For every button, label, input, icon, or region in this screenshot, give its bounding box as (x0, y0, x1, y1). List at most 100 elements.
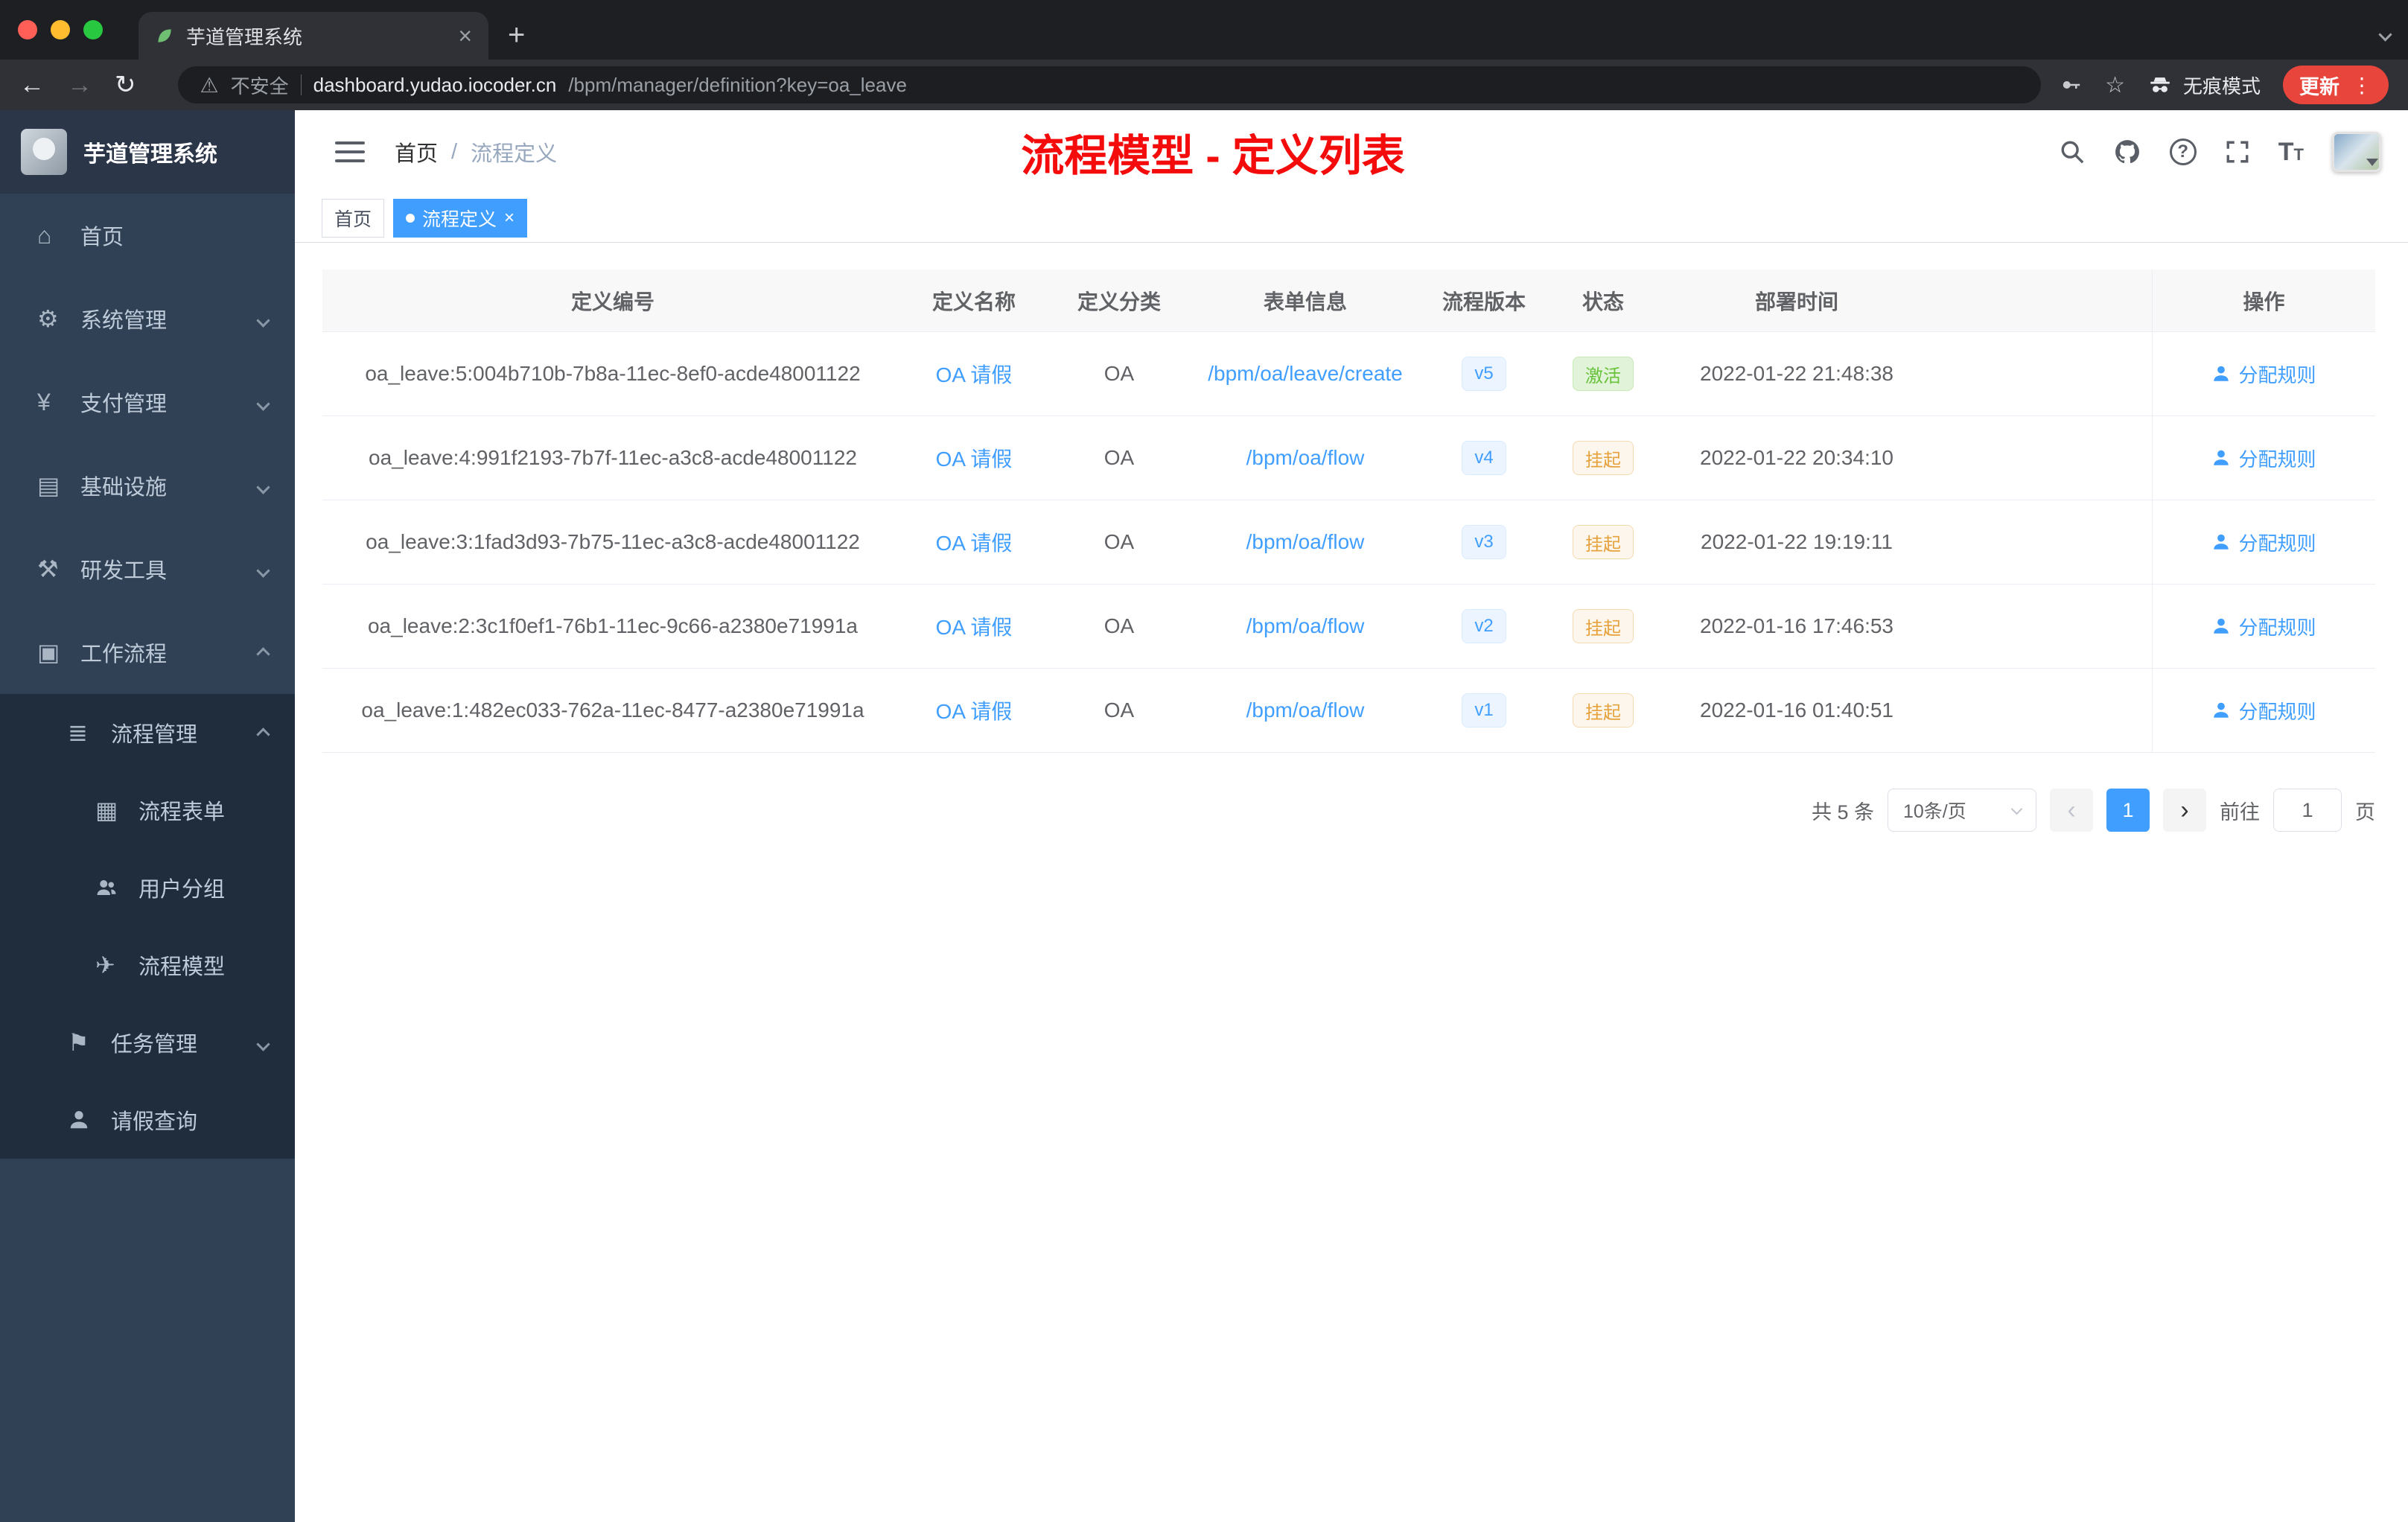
definition-id: oa_leave:2:3c1f0ef1-76b1-11ec-9c66-a2380… (367, 614, 858, 637)
form-link[interactable]: /bpm/oa/flow (1246, 698, 1365, 722)
definition-name-link[interactable]: OA 请假 (903, 332, 1045, 415)
sidebar-toggle-icon[interactable] (335, 141, 365, 162)
browser-menu-icon[interactable]: ⋮ (2351, 73, 2372, 98)
column-header: 定义编号 (570, 290, 654, 313)
url-separator (300, 74, 302, 95)
help-icon[interactable]: ? (2169, 138, 2197, 165)
column-spacer (1938, 416, 2152, 500)
chevron-down-icon (2010, 803, 2023, 815)
prev-page-button[interactable]: ‹ (2050, 789, 2093, 832)
sidebar-item-label: 用户分组 (138, 878, 226, 902)
definition-name-link[interactable]: OA 请假 (903, 585, 1045, 668)
fullscreen-icon[interactable] (2225, 139, 2250, 165)
minimize-window-button[interactable] (51, 20, 70, 39)
sidebar-item-devtools[interactable]: ⚒ 研发工具 (0, 527, 295, 611)
address-bar[interactable]: ⚠ 不安全 dashboard.yudao.iocoder.cn/bpm/man… (177, 66, 2042, 104)
version-badge: v2 (1462, 609, 1506, 643)
version-badge: v5 (1462, 357, 1506, 391)
sidebar-item-process-management[interactable]: ≣ 流程管理 (0, 694, 295, 771)
tools-icon: ⚒ (37, 555, 59, 582)
breadcrumb-home[interactable]: 首页 (395, 136, 438, 168)
sidebar-item-workflow[interactable]: ▣ 工作流程 (0, 611, 295, 694)
reload-button[interactable]: ↻ (115, 70, 136, 100)
status-badge: 激活 (1573, 357, 1634, 391)
chevron-down-icon (256, 1031, 270, 1055)
column-header: 定义名称 (931, 290, 1016, 313)
active-dot-icon (406, 213, 415, 223)
password-key-icon[interactable] (2060, 74, 2083, 96)
sidebar-item-infrastructure[interactable]: ▤ 基础设施 (0, 444, 295, 527)
avatar-caret-icon[interactable] (2366, 159, 2378, 166)
sidebar-item-process-model[interactable]: ✈ 流程模型 (0, 926, 295, 1004)
definition-category: OA (1103, 446, 1135, 469)
page-size-select[interactable]: 10条/页 (1888, 789, 2036, 832)
form-link[interactable]: /bpm/oa/flow (1246, 614, 1365, 638)
github-icon[interactable] (2113, 138, 2141, 166)
incognito-icon (2150, 77, 2170, 92)
action-label: 分配规则 (2238, 448, 2316, 471)
person-icon (68, 1109, 101, 1131)
new-tab-button[interactable]: + (508, 19, 525, 52)
chevron-up-icon (256, 721, 270, 745)
sidebar-item-leave-query[interactable]: 请假查询 (0, 1081, 295, 1159)
form-link[interactable]: /bpm/oa/leave/create (1208, 362, 1403, 386)
sidebar-item-home[interactable]: ⌂ 首页 (0, 194, 295, 277)
column-header: 部署时间 (1754, 290, 1838, 313)
table-row: oa_leave:3:1fad3d93-7b75-11ec-a3c8-acde4… (322, 500, 2375, 585)
chevron-down-icon (256, 474, 270, 498)
action-label: 分配规则 (2238, 616, 2316, 639)
form-link[interactable]: /bpm/oa/flow (1246, 446, 1365, 470)
status-badge: 挂起 (1573, 609, 1634, 643)
browser-tab[interactable]: 芋道管理系统 × (138, 12, 488, 60)
tags-bar: 首页 流程定义 × (295, 194, 2408, 243)
sidebar-item-label: 流程表单 (138, 800, 226, 824)
url-host: dashboard.yudao.iocoder.cn (313, 73, 557, 96)
sidebar-item-process-form[interactable]: ▦ 流程表单 (0, 771, 295, 849)
definition-name-link[interactable]: OA 请假 (903, 669, 1045, 752)
zoom-window-button[interactable] (83, 20, 103, 39)
tab-search-chevron-icon[interactable] (2378, 28, 2392, 43)
action-label: 分配规则 (2238, 700, 2316, 723)
next-page-button[interactable]: › (2163, 789, 2206, 832)
sidebar-item-system[interactable]: ⚙ 系统管理 (0, 277, 295, 360)
assign-rule-link[interactable]: 分配规则 (2211, 697, 2316, 725)
assign-rule-link[interactable]: 分配规则 (2211, 529, 2316, 556)
deploy-time: 2022-01-22 19:19:11 (1701, 530, 1893, 553)
deploy-time: 2022-01-22 20:34:10 (1700, 446, 1893, 469)
definition-category: OA (1103, 362, 1135, 385)
sidebar-logo[interactable]: 芋道管理系统 (0, 110, 295, 194)
search-icon[interactable] (2060, 139, 2085, 165)
close-window-button[interactable] (18, 20, 37, 39)
definition-name-link[interactable]: OA 请假 (903, 416, 1045, 500)
page-size-value: 10条/页 (1903, 801, 1966, 822)
page-number-button[interactable]: 1 (2106, 789, 2150, 832)
tag-process-definition[interactable]: 流程定义 × (393, 198, 528, 238)
chrome-update-button[interactable]: 更新 ⋮ (2283, 66, 2389, 104)
action-label: 分配规则 (2238, 363, 2316, 386)
logo-title: 芋道管理系统 (83, 142, 217, 167)
font-size-icon[interactable]: TT (2278, 138, 2304, 167)
back-button[interactable]: ← (19, 71, 45, 100)
sidebar-item-label: 基础设施 (80, 476, 168, 500)
assign-rule-link[interactable]: 分配规则 (2211, 360, 2316, 388)
forward-button[interactable]: → (67, 71, 92, 100)
sidebar-item-task-management[interactable]: ⚑ 任务管理 (0, 1004, 295, 1081)
goto-page-input[interactable] (2273, 789, 2342, 832)
tab-close-icon[interactable]: × (458, 24, 472, 48)
chevron-down-icon (256, 307, 270, 331)
sidebar-item-label: 流程管理 (111, 723, 198, 747)
assign-rule-link[interactable]: 分配规则 (2211, 613, 2316, 640)
definition-name-link[interactable]: OA 请假 (903, 500, 1045, 584)
assign-rule-link[interactable]: 分配规则 (2211, 445, 2316, 472)
form-link[interactable]: /bpm/oa/flow (1246, 530, 1365, 554)
logo-avatar (21, 129, 67, 175)
table-header-row: 定义编号 定义名称 定义分类 表单信息 流程版本 状态 部署时间 操作 (322, 270, 2375, 332)
chevron-down-icon (256, 390, 270, 415)
tag-home[interactable]: 首页 (322, 198, 385, 238)
status-badge: 挂起 (1573, 693, 1634, 727)
sidebar-item-user-group[interactable]: 用户分组 (0, 849, 295, 926)
deploy-time: 2022-01-16 01:40:51 (1700, 698, 1893, 722)
bookmark-star-icon[interactable]: ☆ (2105, 72, 2125, 98)
tag-close-icon[interactable]: × (504, 208, 515, 229)
sidebar-item-payment[interactable]: ¥ 支付管理 (0, 360, 295, 444)
